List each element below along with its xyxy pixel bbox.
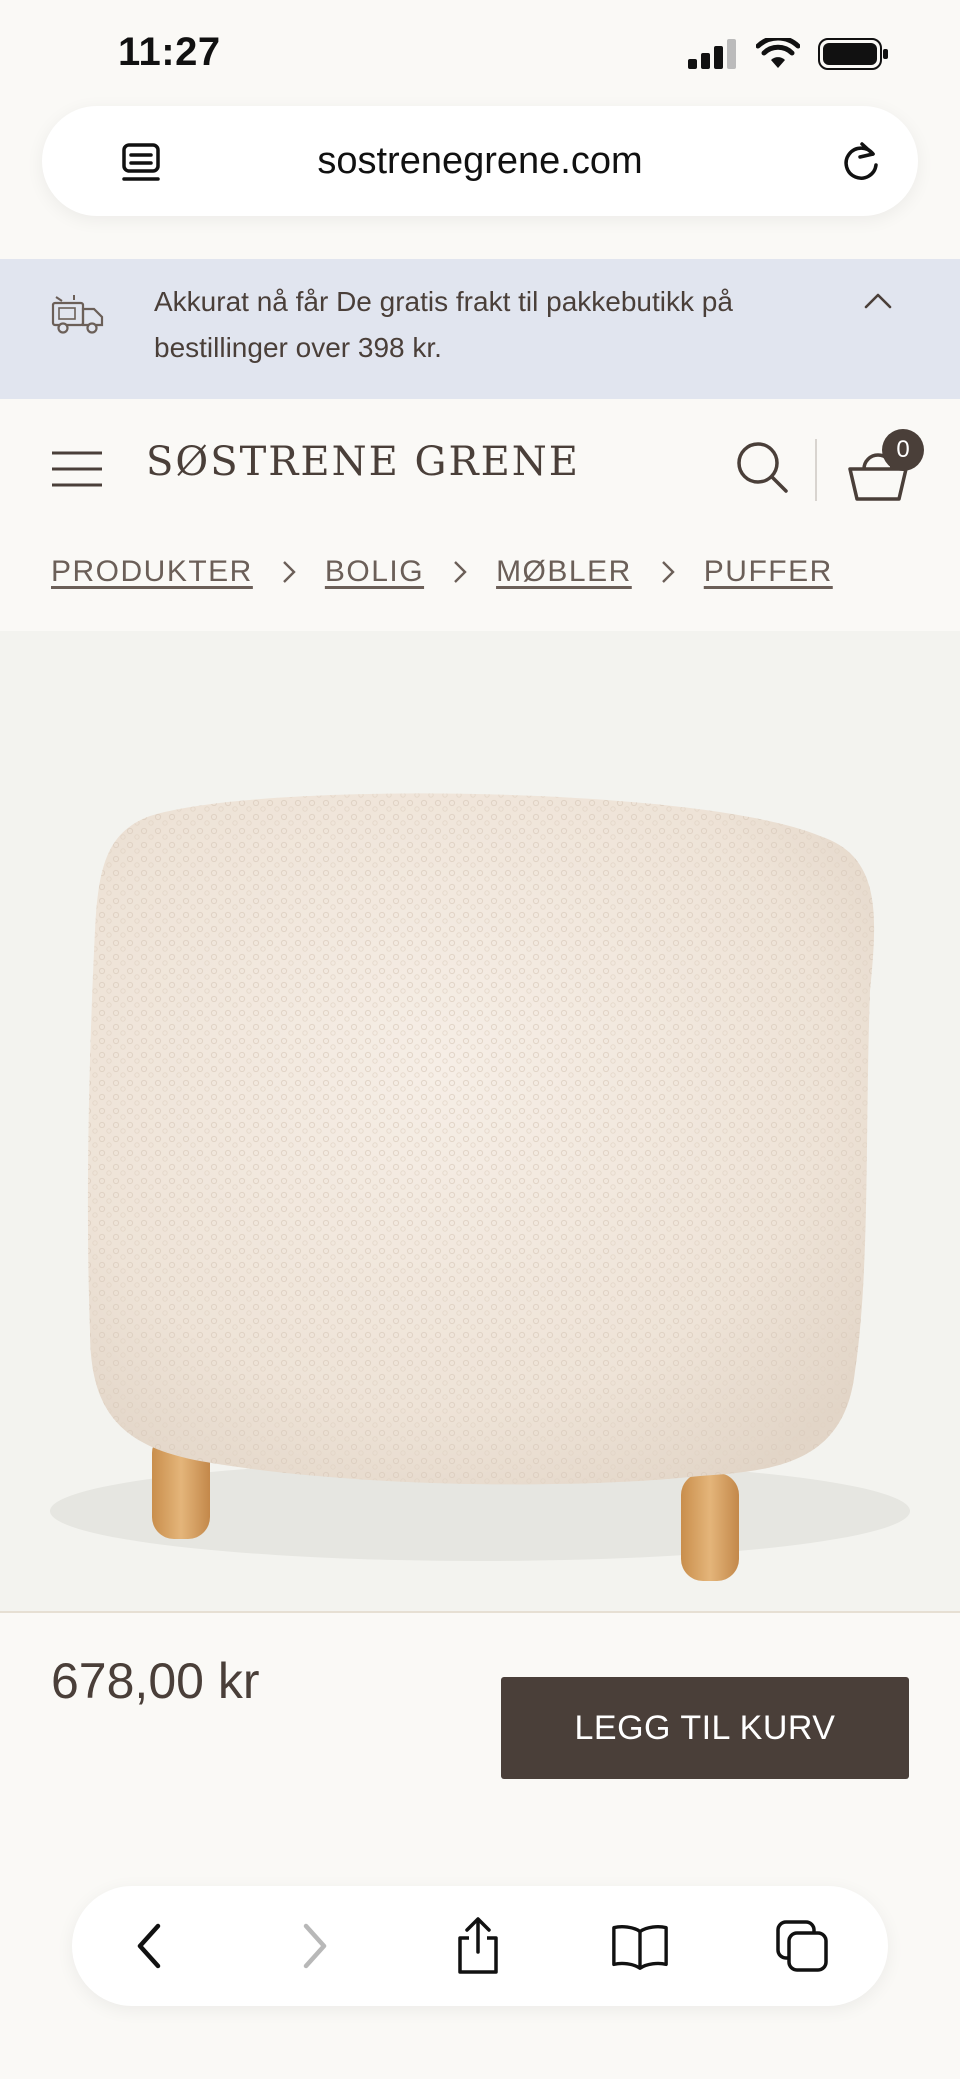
battery-icon xyxy=(818,38,888,70)
chevron-right-icon xyxy=(632,558,704,586)
reload-icon[interactable] xyxy=(838,138,884,189)
chevron-right-icon xyxy=(253,558,325,586)
pouf-image xyxy=(50,793,910,1581)
wifi-icon xyxy=(756,38,800,68)
breadcrumb-mobler[interactable]: MØBLER xyxy=(496,555,632,589)
address-bar[interactable]: sostrenegrene.com xyxy=(42,106,918,216)
cart-count-badge: 0 xyxy=(882,429,924,471)
product-image[interactable] xyxy=(0,631,960,1611)
breadcrumb-bolig[interactable]: BOLIG xyxy=(325,555,424,589)
breadcrumb: PRODUKTER BOLIG MØBLER PUFFER xyxy=(51,555,833,589)
promo-line-1: Akkurat nå får De gratis frakt til pakke… xyxy=(154,286,733,317)
url-text[interactable]: sostrenegrene.com xyxy=(42,140,918,183)
share-icon[interactable] xyxy=(448,1916,508,1976)
chevron-up-icon[interactable] xyxy=(860,283,896,324)
promo-banner: Akkurat nå får De gratis frakt til pakke… xyxy=(0,259,960,399)
promo-line-2: bestillinger over 398 kr. xyxy=(154,332,442,363)
status-bar: 11:27 xyxy=(0,0,960,100)
chevron-right-icon xyxy=(424,558,496,586)
menu-icon[interactable] xyxy=(50,449,104,494)
promo-text: Akkurat nå får De gratis frakt til pakke… xyxy=(154,279,794,371)
site-header: SØSTRENE GRENE 0 PRODUKTER BOLIG MØBLER … xyxy=(0,399,960,631)
tabs-overview-icon[interactable] xyxy=(772,1916,832,1976)
header-divider xyxy=(815,439,817,501)
product-price: 678,00 kr xyxy=(51,1653,260,1709)
status-icons xyxy=(688,38,890,70)
bookmarks-icon[interactable] xyxy=(610,1916,670,1976)
site-logo[interactable]: SØSTRENE GRENE xyxy=(146,439,580,485)
image-divider xyxy=(0,1611,960,1613)
browser-toolbar xyxy=(72,1886,888,2006)
delivery-truck-icon xyxy=(50,293,106,342)
page: 11:27 sostrenegrene.com Akkurat nå får D… xyxy=(0,0,960,2079)
back-icon[interactable] xyxy=(120,1916,180,1976)
search-icon[interactable] xyxy=(734,439,790,500)
cart-button[interactable]: 0 xyxy=(846,429,926,509)
signal-icon xyxy=(688,39,736,69)
breadcrumb-puffer[interactable]: PUFFER xyxy=(704,555,833,589)
forward-icon xyxy=(284,1916,344,1976)
status-time: 11:27 xyxy=(118,30,221,74)
breadcrumb-produkter[interactable]: PRODUKTER xyxy=(51,555,253,589)
add-to-cart-button[interactable]: LEGG TIL KURV xyxy=(501,1677,909,1779)
